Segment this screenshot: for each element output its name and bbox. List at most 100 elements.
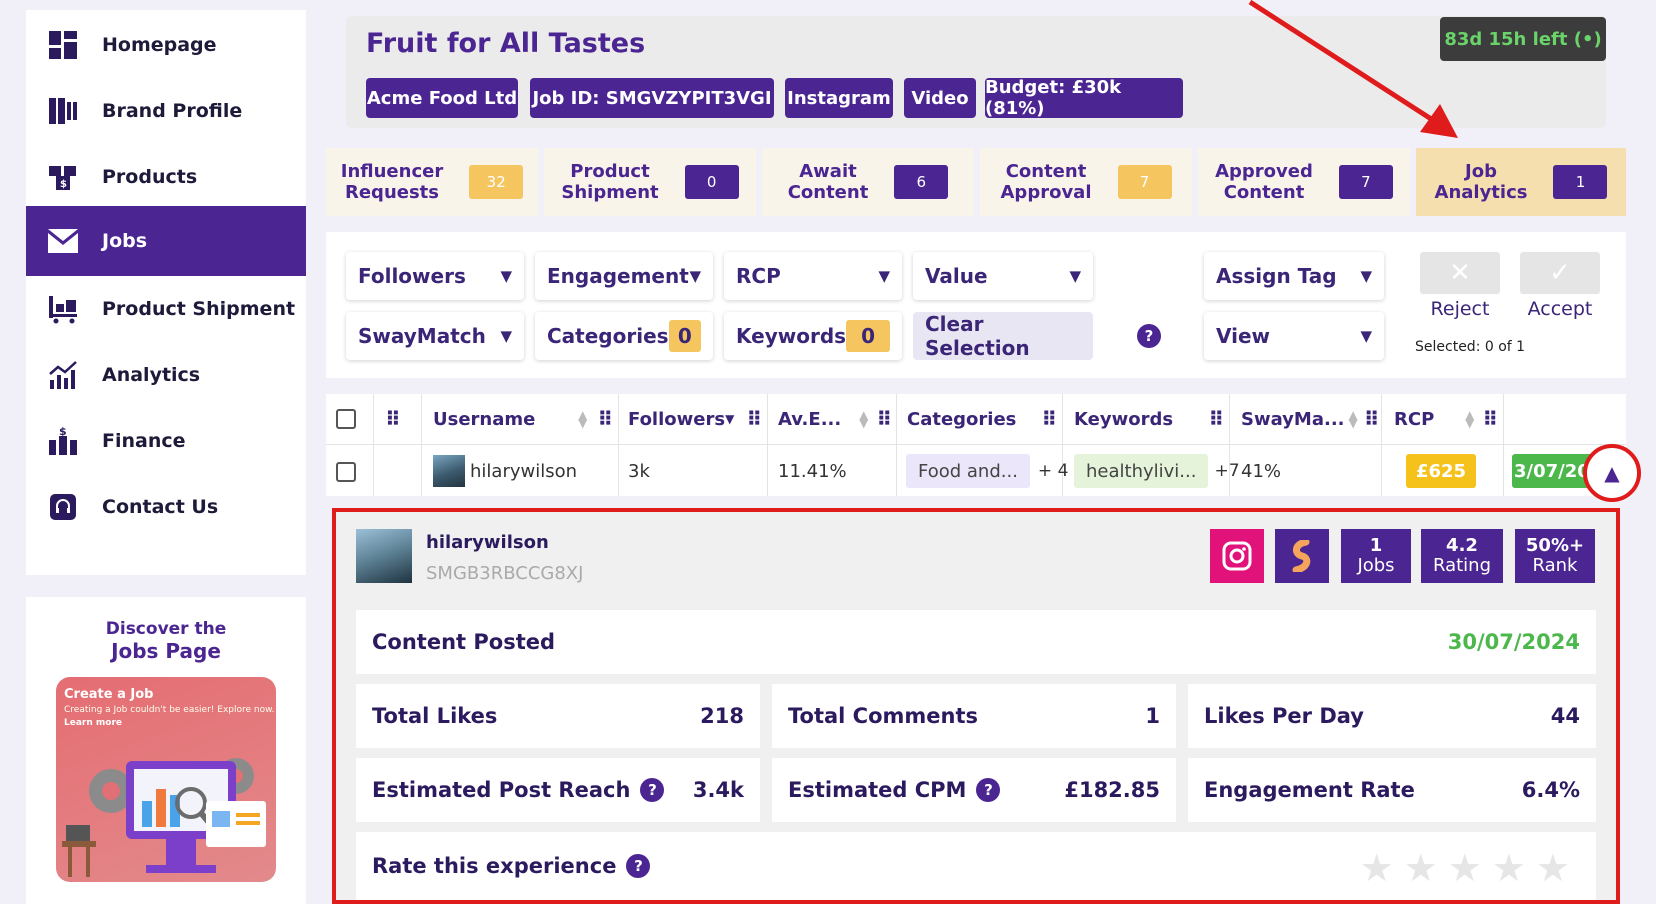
column-header-rcp[interactable]: RCP ▲ ▼ ⠿: [1394, 394, 1498, 444]
drag-handle-icon[interactable]: ⠿: [385, 394, 401, 444]
selected-count: Selected: 0 of 1: [1415, 339, 1526, 355]
keyword-pill: healthylivi...: [1074, 454, 1209, 488]
sidebar-item-label: Contact Us: [102, 496, 219, 518]
row-keywords-cell: healthylivi... +7: [1074, 452, 1240, 490]
tab-product-shipment[interactable]: Product Shipment 0: [544, 148, 756, 216]
tag-platform: Instagram: [785, 78, 893, 118]
promo-line2: Jobs Page: [111, 639, 221, 663]
chevron-up-icon: ▲: [1604, 461, 1620, 485]
sidebar-item-contact-us[interactable]: Contact Us: [26, 472, 306, 542]
avatar: [433, 455, 465, 487]
drag-handle-icon[interactable]: ⠿: [746, 407, 762, 431]
promo-card-text: Creating a Job couldn't be easier! Explo…: [64, 705, 275, 715]
shipment-icon: [46, 292, 80, 326]
keywords-filter[interactable]: Keywords 0: [724, 312, 902, 360]
category-more[interactable]: + 4: [1038, 461, 1068, 481]
select-all-checkbox[interactable]: [336, 409, 356, 429]
value-dropdown[interactable]: Value ▼: [913, 252, 1093, 300]
caret-down-icon: ▼: [1360, 327, 1372, 345]
caret-down-icon: ▼: [1360, 267, 1372, 285]
tab-label-line1: Product: [570, 161, 650, 182]
column-header-label: Username: [433, 408, 536, 430]
promo-card[interactable]: Create a Job Creating a Job couldn't be …: [56, 677, 276, 882]
column-header-label: Keywords: [1074, 408, 1174, 430]
drag-handle-icon[interactable]: ⠿: [876, 407, 892, 431]
tab-job-analytics[interactable]: Job Analytics 1: [1416, 148, 1626, 216]
tab-label-line1: Await: [799, 161, 857, 182]
tab-label: Job Analytics: [1435, 161, 1528, 203]
tab-label: Product Shipment: [561, 161, 658, 203]
row-username: hilarywilson: [470, 460, 578, 482]
help-icon[interactable]: ?: [1137, 324, 1161, 348]
row-username-cell[interactable]: hilarywilson: [433, 452, 577, 490]
sidebar-item-analytics[interactable]: Analytics: [26, 340, 306, 410]
mail-icon: [46, 224, 80, 258]
row-divider: [326, 444, 1626, 445]
swaymatch-dropdown-label: SwayMatch: [358, 324, 486, 348]
sidebar-item-products[interactable]: $ Products: [26, 142, 306, 212]
column-header-swaymatch[interactable]: SwayMa... ▲ ▼ ⠿: [1241, 394, 1380, 444]
sort-desc-icon[interactable]: ▼: [725, 412, 734, 426]
sidebar-item-product-shipment[interactable]: Product Shipment: [26, 274, 306, 344]
column-header-username[interactable]: Username ▲ ▼ ⠿: [433, 394, 613, 444]
row-checkbox[interactable]: [336, 462, 356, 482]
promo-card-link[interactable]: Learn more: [64, 718, 276, 728]
tab-influencer-requests[interactable]: Influencer Requests 32: [326, 148, 538, 216]
swaymatch-dropdown[interactable]: SwayMatch ▼: [346, 312, 524, 360]
products-icon: $: [46, 160, 80, 194]
sidebar-item-label: Brand Profile: [102, 100, 243, 122]
keyword-more[interactable]: +7: [1214, 461, 1239, 481]
reject-button[interactable]: ✕: [1420, 252, 1500, 294]
drag-handle-icon[interactable]: ⠿: [1364, 407, 1380, 431]
engagement-dropdown[interactable]: Engagement ▼: [535, 252, 713, 300]
sort-icon[interactable]: ▲ ▼: [1465, 409, 1474, 429]
collapse-row-button[interactable]: ▲: [1583, 444, 1641, 502]
accept-button[interactable]: ✓: [1520, 252, 1600, 294]
keywords-filter-label: Keywords: [736, 324, 847, 348]
assign-tag-dropdown[interactable]: Assign Tag ▼: [1204, 252, 1384, 300]
drag-handle-icon[interactable]: ⠿: [1041, 407, 1057, 431]
column-header-keywords[interactable]: Keywords ⠿: [1074, 394, 1224, 444]
tab-label-line1: Influencer: [340, 161, 444, 182]
headset-icon: [46, 490, 80, 524]
column-header-followers[interactable]: Followers ▼ ⠿: [628, 394, 762, 444]
sidebar-item-brand-profile[interactable]: Brand Profile: [26, 76, 306, 146]
tab-approved-content[interactable]: Approved Content 7: [1198, 148, 1410, 216]
tab-label-line1: Approved: [1215, 161, 1313, 182]
view-dropdown[interactable]: View ▼: [1204, 312, 1384, 360]
sort-icon[interactable]: ▲ ▼: [1349, 409, 1358, 429]
row-categories-cell: Food and... + 4: [906, 452, 1068, 490]
sidebar-item-homepage[interactable]: Homepage: [26, 10, 306, 80]
categories-filter[interactable]: Categories 0: [535, 312, 713, 360]
followers-dropdown[interactable]: Followers ▼: [346, 252, 524, 300]
tag-budget: Budget: £30k (81%): [985, 77, 1183, 119]
sidebar-item-jobs[interactable]: Jobs: [26, 206, 306, 276]
tab-await-content[interactable]: Await Content 6: [762, 148, 974, 216]
tag-company: Acme Food Ltd: [366, 78, 518, 118]
tab-count: 0: [684, 165, 739, 199]
clear-selection-button[interactable]: Clear Selection: [913, 312, 1093, 360]
keywords-count-badge: 0: [846, 320, 890, 352]
tab-count: 7: [1117, 165, 1172, 199]
finance-icon: $: [46, 424, 80, 458]
tab-content-approval[interactable]: Content Approval 7: [980, 148, 1192, 216]
tab-label-line2: Analytics: [1434, 182, 1528, 203]
column-header-categories[interactable]: Categories ⠿: [907, 394, 1057, 444]
promo-card-title: Create a Job: [64, 687, 154, 702]
sort-icon[interactable]: ▲ ▼: [859, 409, 868, 429]
drag-handle-icon[interactable]: ⠿: [597, 407, 613, 431]
column-header-ave[interactable]: Av.E... ▲ ▼ ⠿: [778, 394, 892, 444]
drag-handle-icon[interactable]: ⠿: [1208, 407, 1224, 431]
col-divider: [896, 394, 897, 496]
sidebar-item-finance[interactable]: $ Finance: [26, 406, 306, 476]
row-ave: 11.41%: [778, 460, 847, 482]
category-pill: Food and...: [906, 454, 1030, 488]
sidebar-item-label: Finance: [102, 430, 186, 452]
drag-handle-icon[interactable]: ⠿: [1482, 407, 1498, 431]
tab-label: Influencer Requests: [341, 161, 443, 203]
dashboard-icon: [46, 28, 80, 62]
rcp-dropdown[interactable]: RCP ▼: [724, 252, 902, 300]
value-dropdown-label: Value: [925, 264, 988, 288]
svg-text:$: $: [60, 179, 67, 190]
sort-icon[interactable]: ▲ ▼: [578, 409, 587, 429]
